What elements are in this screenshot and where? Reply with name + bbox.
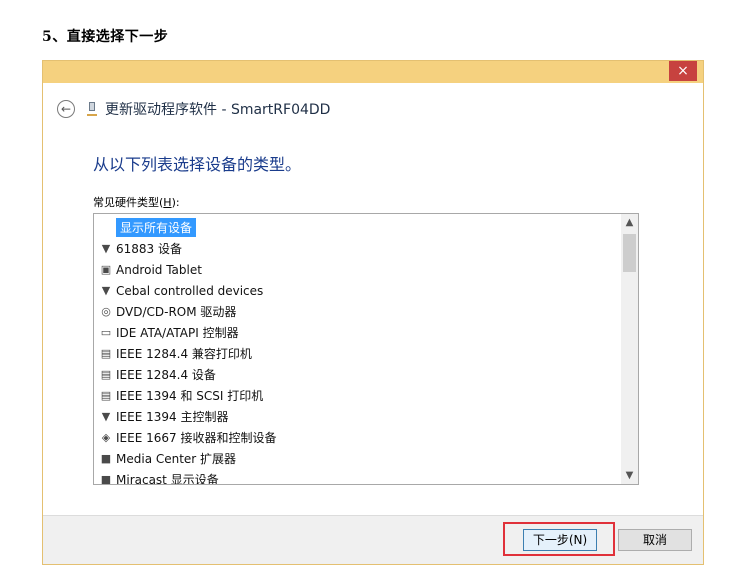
back-arrow-icon[interactable]: ← (57, 100, 75, 118)
cancel-button[interactable]: 取消 (618, 529, 692, 551)
monitor-icon: ■ (100, 451, 112, 465)
page-heading: 从以下列表选择设备的类型。 (93, 155, 302, 174)
list-item-label: 61883 设备 (116, 242, 182, 256)
dialog-titlebar: × (43, 61, 703, 83)
list-item[interactable]: ▤ IEEE 1284.4 设备 (98, 364, 618, 385)
list-item[interactable]: ■ Media Center 扩展器 (98, 448, 618, 469)
scroll-down-icon[interactable]: ▼ (621, 467, 638, 484)
list-item[interactable]: ▼ IEEE 1394 主控制器 (98, 406, 618, 427)
list-item-label: IEEE 1284.4 兼容打印机 (116, 347, 252, 361)
list-item-label: 显示所有设备 (116, 218, 197, 237)
dialog-title: 更新驱动程序软件 - SmartRF04DD (105, 102, 331, 118)
list-item[interactable]: ◎ DVD/CD-ROM 驱动器 (98, 301, 618, 322)
vertical-scrollbar[interactable]: ▲ ▼ (621, 214, 638, 484)
plug-icon: ▼ (101, 409, 111, 423)
disc-drive-icon: ◎ (101, 304, 111, 318)
printer-icon: ▤ (100, 388, 112, 402)
dialog-header: ← 更新驱动程序软件 - SmartRF04DD (57, 97, 683, 121)
plug-icon: ▼ (101, 283, 111, 297)
list-item[interactable]: ▣ Android Tablet (98, 259, 618, 280)
list-item[interactable]: ▤ IEEE 1394 和 SCSI 打印机 (98, 385, 618, 406)
list-item-label: DVD/CD-ROM 驱动器 (116, 305, 237, 319)
list-item-label: IDE ATA/ATAPI 控制器 (116, 326, 239, 340)
tablet-icon: ▣ (100, 262, 112, 276)
ide-controller-icon: ▭ (100, 325, 112, 339)
list-item[interactable]: ◈ IEEE 1667 接收器和控制设备 (98, 427, 618, 448)
close-button[interactable]: × (669, 61, 697, 81)
list-item[interactable]: ▼ Cebal controlled devices (98, 280, 618, 301)
list-item-label: Media Center 扩展器 (116, 452, 237, 466)
hardware-type-listbox[interactable]: 显示所有设备 ▼ 61883 设备 ▣ Android Tablet ▼ Cebal con… (93, 213, 639, 485)
next-button[interactable]: 下一步(N) (523, 529, 597, 551)
list-item-label: Miracast 显示设备 (116, 473, 219, 485)
list-item[interactable]: 显示所有设备 (98, 217, 618, 238)
list-item-label: Android Tablet (116, 262, 202, 277)
list-item[interactable]: ▼ 61883 设备 (98, 238, 618, 259)
scroll-up-icon[interactable]: ▲ (621, 214, 638, 231)
display-icon: ■ (100, 472, 112, 485)
scroll-thumb[interactable] (623, 234, 636, 272)
printer-icon: ▤ (100, 367, 112, 381)
hardware-type-label: 常见硬件类型(H): (93, 196, 180, 209)
list-item-label: Cebal controlled devices (116, 283, 264, 298)
key-device-icon: ◈ (101, 430, 111, 444)
list-item-label: IEEE 1284.4 设备 (116, 368, 216, 382)
list-item[interactable]: ■ Miracast 显示设备 (98, 469, 618, 485)
hardware-type-list: 显示所有设备 ▼ 61883 设备 ▣ Android Tablet ▼ Cebal con… (98, 217, 618, 485)
dialog-footer: 下一步(N) 取消 (43, 515, 703, 564)
update-driver-dialog: × ← 更新驱动程序软件 - SmartRF04DD 从以下列表选择设备的类型。… (42, 60, 704, 565)
printer-icon: ▤ (100, 346, 112, 360)
plug-icon: ▼ (101, 241, 111, 255)
step-title: 5、直接选择下一步 (42, 29, 169, 45)
list-item-label: IEEE 1394 主控制器 (116, 410, 229, 424)
usb-device-icon (87, 102, 97, 116)
list-item-label: IEEE 1394 和 SCSI 打印机 (116, 389, 264, 403)
list-item-label: IEEE 1667 接收器和控制设备 (116, 431, 277, 445)
list-item[interactable]: ▤ IEEE 1284.4 兼容打印机 (98, 343, 618, 364)
list-item[interactable]: ▭ IDE ATA/ATAPI 控制器 (98, 322, 618, 343)
